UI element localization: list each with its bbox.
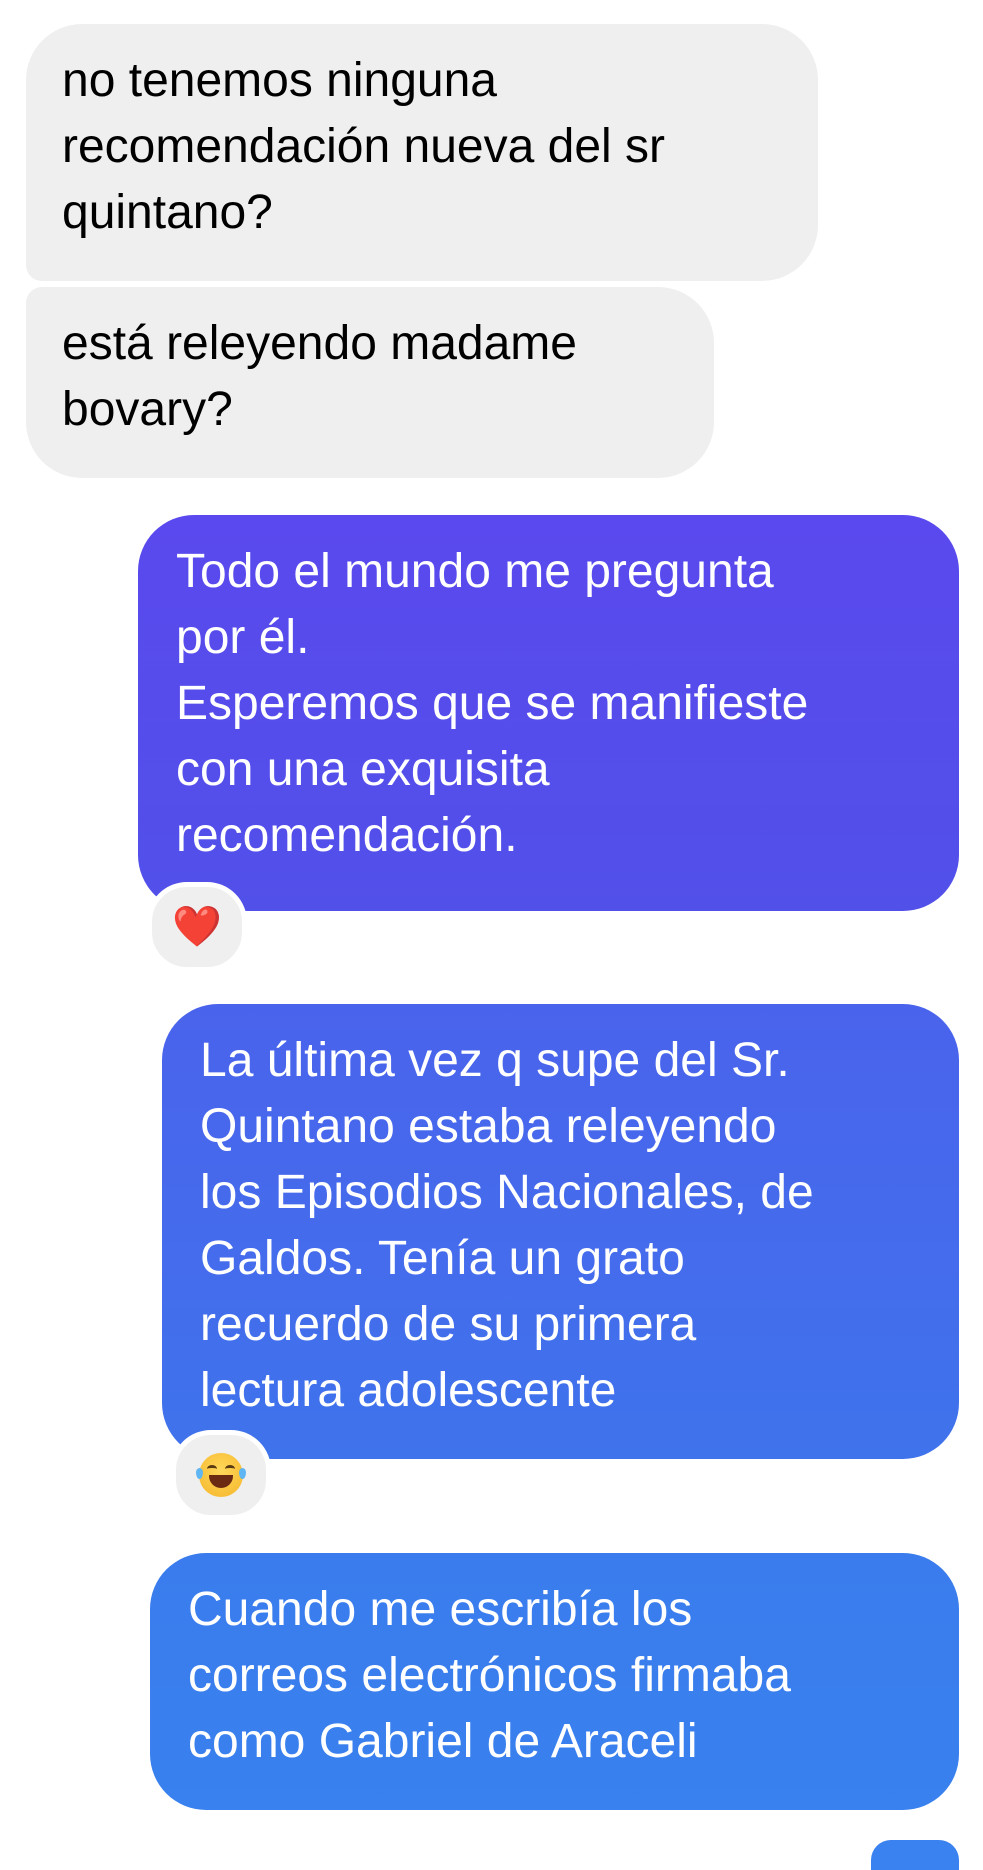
outgoing-message-bubble[interactable]: La última vez q supe del Sr. Quintano es… — [162, 1004, 959, 1459]
face-with-tears-of-joy-icon — [196, 1453, 246, 1497]
laughing-reaction-icon[interactable] — [171, 1430, 271, 1520]
incoming-message-bubble[interactable]: no tenemos ninguna recomendación nueva d… — [26, 24, 818, 281]
incoming-message-bubble[interactable]: está releyendo madame bovary? — [26, 287, 714, 478]
outgoing-message-bubble[interactable]: Todo el mundo me pregunta por él. Espere… — [138, 515, 959, 911]
outgoing-message-bubble[interactable]: Cuando me escribía los correos electróni… — [150, 1553, 959, 1810]
heart-reaction-icon[interactable]: ❤️ — [147, 882, 247, 972]
next-message-bubble-peek — [871, 1840, 959, 1870]
